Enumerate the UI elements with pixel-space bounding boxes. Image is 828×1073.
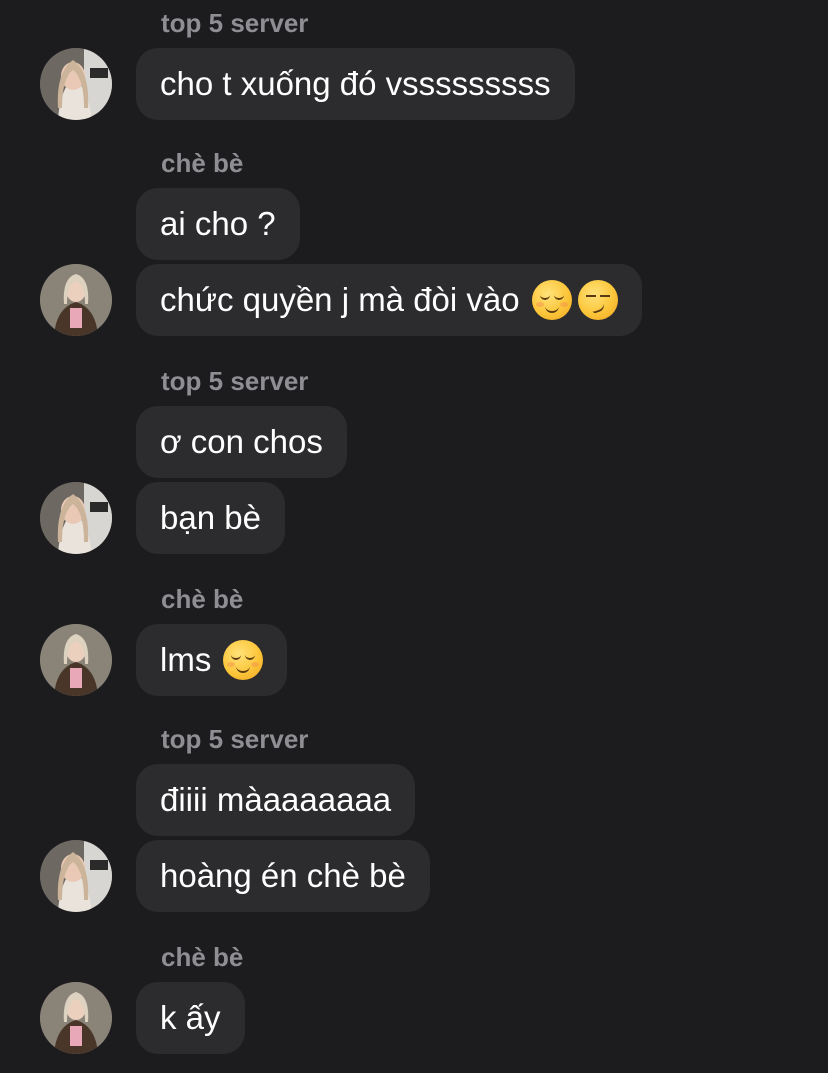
avatar[interactable] — [40, 264, 112, 336]
sender-name: top 5 server — [161, 724, 309, 754]
relieved-face-emoji — [223, 640, 264, 680]
smirking-face-emoji — [577, 280, 618, 320]
message-bubble[interactable]: k ấy — [136, 982, 245, 1054]
message-text: k ấy — [160, 999, 221, 1036]
avatar[interactable] — [40, 48, 112, 120]
message-bubble[interactable]: bạn bè — [136, 482, 285, 554]
message-text: bạn bè — [160, 499, 261, 536]
message-text: cho t xuống đó vsssssssss — [160, 65, 551, 102]
avatar[interactable] — [40, 482, 112, 554]
message-text: điiii màaaaaaaa — [160, 781, 392, 818]
sender-name: chè bè — [161, 148, 244, 178]
message-text: lms — [160, 641, 212, 678]
message-bubble[interactable]: hoàng én chè bè — [136, 840, 430, 912]
avatar[interactable] — [40, 624, 112, 696]
message-text: chức quyền j mà đòi vào — [160, 281, 520, 318]
sender-name: top 5 server — [161, 8, 309, 38]
message-bubble[interactable]: cho t xuống đó vsssssssss — [136, 48, 575, 120]
avatar[interactable] — [40, 982, 112, 1054]
message-bubble[interactable]: lms — [136, 624, 288, 696]
avatar[interactable] — [40, 840, 112, 912]
sender-name: chè bè — [161, 942, 244, 972]
message-text: ai cho ? — [160, 205, 276, 242]
relieved-face-emoji — [531, 280, 572, 320]
sender-name: chè bè — [161, 584, 244, 614]
chat-thread: top 5 server cho t xuống đó vsssssssss c… — [0, 0, 828, 1073]
message-bubble[interactable]: chức quyền j mà đòi vào — [136, 264, 642, 336]
message-bubble[interactable]: ai cho ? — [136, 188, 300, 260]
message-bubble[interactable]: ơ con chos — [136, 406, 347, 478]
sender-name: top 5 server — [161, 366, 309, 396]
message-text: ơ con chos — [160, 423, 323, 460]
message-text: hoàng én chè bè — [160, 857, 406, 894]
message-bubble[interactable]: điiii màaaaaaaa — [136, 764, 416, 836]
